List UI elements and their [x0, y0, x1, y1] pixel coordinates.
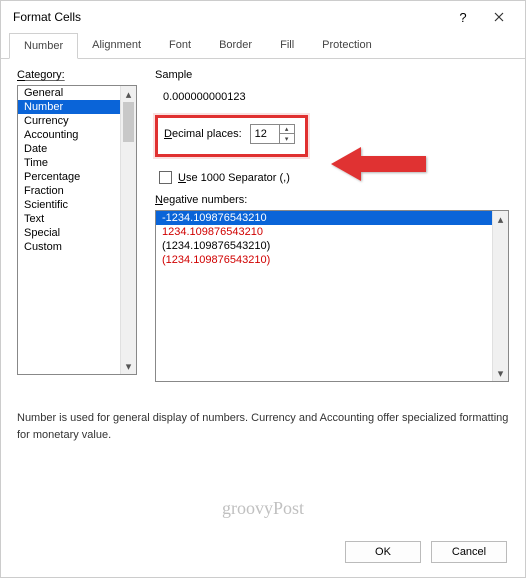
list-item[interactable]: (1234.109876543210)	[156, 253, 508, 267]
close-button[interactable]	[481, 3, 517, 31]
tab-number[interactable]: Number	[9, 33, 78, 59]
negative-numbers-label: Negative numbers:	[155, 194, 509, 206]
scroll-thumb[interactable]	[123, 102, 134, 142]
scroll-down-icon[interactable]: ▾	[121, 358, 136, 374]
scroll-up-icon[interactable]: ▴	[493, 211, 508, 227]
list-item[interactable]: Accounting	[18, 128, 136, 142]
list-item[interactable]: 1234.109876543210	[156, 225, 508, 239]
tab-border[interactable]: Border	[205, 33, 266, 58]
scrollbar[interactable]: ▴ ▾	[120, 86, 136, 374]
thousands-separator-checkbox[interactable]	[159, 171, 172, 184]
button-row: OK Cancel	[345, 541, 507, 563]
format-cells-dialog: Format Cells ? Number Alignment Font Bor…	[0, 0, 526, 578]
tab-alignment[interactable]: Alignment	[78, 33, 155, 58]
category-listbox[interactable]: General Number Currency Accounting Date …	[17, 85, 137, 375]
tab-protection[interactable]: Protection	[308, 33, 386, 58]
thousands-separator-label: Use 1000 Separator (,)	[178, 172, 290, 184]
tab-strip: Number Alignment Font Border Fill Protec…	[1, 33, 525, 59]
list-item[interactable]: Number	[18, 100, 136, 114]
scrollbar[interactable]: ▴ ▾	[492, 211, 508, 381]
titlebar: Format Cells ?	[1, 1, 525, 33]
spinner-down-icon[interactable]: ▾	[280, 134, 294, 143]
dialog-body: Category: General Number Currency Accoun…	[1, 59, 525, 453]
scroll-up-icon[interactable]: ▴	[121, 86, 136, 102]
list-item[interactable]: (1234.109876543210)	[156, 239, 508, 253]
list-item[interactable]: Date	[18, 142, 136, 156]
tab-fill[interactable]: Fill	[266, 33, 308, 58]
spinner-up-icon[interactable]: ▴	[280, 125, 294, 134]
help-button[interactable]: ?	[445, 3, 481, 31]
list-item[interactable]: Scientific	[18, 198, 136, 212]
list-item[interactable]: Text	[18, 212, 136, 226]
scroll-down-icon[interactable]: ▾	[493, 365, 508, 381]
list-item[interactable]: Fraction	[18, 184, 136, 198]
watermark: groovyPost	[1, 498, 525, 519]
cancel-button[interactable]: Cancel	[431, 541, 507, 563]
tab-font[interactable]: Font	[155, 33, 205, 58]
dialog-title: Format Cells	[13, 10, 445, 24]
decimal-places-label: Decimal places:	[164, 128, 242, 140]
sample-label: Sample	[155, 69, 192, 81]
close-icon	[494, 12, 504, 22]
list-item[interactable]: Percentage	[18, 170, 136, 184]
list-item[interactable]: Special	[18, 226, 136, 240]
list-item[interactable]: Custom	[18, 240, 136, 254]
ok-button[interactable]: OK	[345, 541, 421, 563]
negative-numbers-listbox[interactable]: -1234.109876543210 1234.109876543210 (12…	[155, 210, 509, 382]
decimal-places-input[interactable]	[251, 125, 279, 143]
list-item[interactable]: Currency	[18, 114, 136, 128]
highlight-annotation: Decimal places: ▴ ▾	[155, 115, 308, 157]
decimal-places-spinner[interactable]: ▴ ▾	[250, 124, 295, 144]
list-item[interactable]: -1234.109876543210	[156, 211, 508, 225]
sample-value: 0.000000000123	[155, 85, 509, 113]
category-label: Category:	[17, 69, 65, 81]
list-item[interactable]: Time	[18, 156, 136, 170]
description-text: Number is used for general display of nu…	[17, 410, 509, 443]
list-item[interactable]: General	[18, 86, 136, 100]
